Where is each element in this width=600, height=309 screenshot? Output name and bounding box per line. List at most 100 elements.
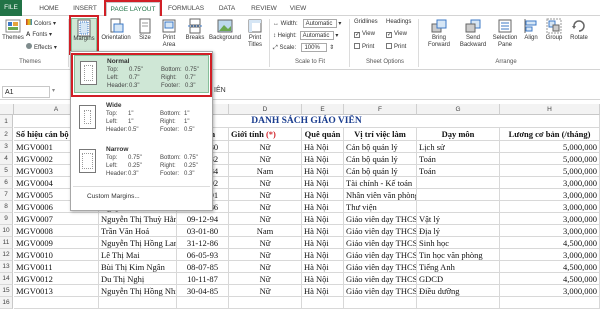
table-cell[interactable]: MGV0009	[14, 237, 99, 249]
tab-file[interactable]: FILE	[0, 0, 22, 16]
table-cell[interactable]: Hà Nội	[302, 285, 344, 297]
table-cell[interactable]: Địa lý	[417, 225, 500, 237]
tab-page-layout[interactable]: PAGE LAYOUT	[104, 0, 162, 19]
table-cell[interactable]: Nữ	[229, 237, 302, 249]
header-cell[interactable]: Lương cơ bản (/tháng)	[500, 128, 600, 141]
table-cell[interactable]: Nam	[229, 225, 302, 237]
table-cell[interactable]	[417, 189, 500, 201]
table-cell[interactable]: Lịch sử	[417, 141, 500, 153]
print-area-button[interactable]: Print Area	[157, 18, 181, 49]
row-header[interactable]: 11	[0, 237, 13, 249]
themes-button[interactable]: Themes	[2, 18, 24, 41]
table-cell[interactable]: Giáo viên dạy THCS	[344, 285, 417, 297]
table-cell[interactable]: Nữ	[229, 201, 302, 213]
table-cell[interactable]: Hà Nội	[302, 201, 344, 213]
table-cell[interactable]: Giáo viên dạy THCS	[344, 273, 417, 285]
header-cell[interactable]: Dạy môn	[417, 128, 500, 141]
table-cell[interactable]: Giáo viên dạy THCS	[344, 213, 417, 225]
table-cell[interactable]: Cán bộ quản lý	[344, 153, 417, 165]
select-all-corner[interactable]	[0, 104, 14, 115]
table-cell[interactable]: Thư viện	[344, 201, 417, 213]
table-cell[interactable]: Nữ	[229, 285, 302, 297]
table-cell[interactable]: Tiếng Anh	[417, 261, 500, 273]
table-cell[interactable]	[417, 201, 500, 213]
row-header[interactable]: 1	[0, 115, 13, 128]
tab-formulas[interactable]: FORMULAS	[166, 2, 206, 15]
custom-margins-item[interactable]: Custom Margins...	[87, 193, 140, 200]
table-cell[interactable]: 4,500,000	[500, 237, 600, 249]
size-button[interactable]: Size	[135, 18, 155, 41]
height-select[interactable]: Automatic	[299, 31, 334, 40]
group-button[interactable]: Group	[542, 18, 566, 41]
table-cell[interactable]	[14, 297, 99, 309]
table-cell[interactable]: Nữ	[229, 153, 302, 165]
table-cell[interactable]: Tin học văn phòng	[417, 249, 500, 261]
table-cell[interactable]: Nữ	[229, 273, 302, 285]
colors-button[interactable]: Colors ▾	[26, 19, 56, 27]
table-cell[interactable]: Bùi Thị Kim Ngân	[99, 261, 177, 273]
fonts-button[interactable]: A Fonts ▾	[26, 31, 52, 38]
header-cell[interactable]: Quê quán	[302, 128, 344, 141]
rotate-button[interactable]: Rotate	[566, 18, 592, 41]
table-cell[interactable]: MGV0012	[14, 273, 99, 285]
row-header[interactable]: 9	[0, 213, 13, 225]
table-cell[interactable]: Hà Nội	[302, 153, 344, 165]
table-cell[interactable]: 03-01-80	[177, 225, 229, 237]
table-cell[interactable]: Nữ	[229, 177, 302, 189]
print-titles-button[interactable]: Print Titles	[243, 18, 267, 49]
gridlines-print-check[interactable]: Print	[354, 43, 374, 50]
column-header-e[interactable]: E	[302, 104, 344, 115]
table-cell[interactable]: Hà Nội	[302, 165, 344, 177]
name-box-dropdown-icon[interactable]: ▾	[52, 87, 55, 94]
header-cell[interactable]: Giới tính (*)	[229, 128, 302, 141]
table-cell[interactable]: 5,000,000	[500, 153, 600, 165]
row-header[interactable]: 3	[0, 141, 13, 153]
name-box[interactable]: A1	[2, 86, 50, 98]
table-cell[interactable]: Sinh học	[417, 237, 500, 249]
table-cell[interactable]: 30-04-85	[177, 285, 229, 297]
align-button[interactable]: Align	[520, 18, 542, 41]
table-cell[interactable]	[417, 297, 500, 309]
table-cell[interactable]: Toán	[417, 153, 500, 165]
selection-pane-button[interactable]: Selection Pane	[490, 18, 520, 49]
table-cell[interactable]: Nữ	[229, 189, 302, 201]
table-cell[interactable]: Nữ	[229, 261, 302, 273]
row-header[interactable]: 5	[0, 165, 13, 177]
orientation-button[interactable]: Orientation	[99, 18, 133, 41]
row-header[interactable]: 6	[0, 177, 13, 189]
row-header[interactable]: 16	[0, 297, 13, 309]
column-header-h[interactable]: H	[500, 104, 600, 115]
column-header-g[interactable]: G	[417, 104, 500, 115]
table-cell[interactable]	[302, 297, 344, 309]
row-header[interactable]: 15	[0, 285, 13, 297]
table-cell[interactable]: 3,000,000	[500, 213, 600, 225]
send-backward-button[interactable]: Send Backward	[456, 18, 490, 49]
table-cell[interactable]	[99, 297, 177, 309]
table-cell[interactable]: 3,000,000	[500, 189, 600, 201]
effects-button[interactable]: Effects ▾	[26, 43, 57, 51]
table-cell[interactable]: 3,000,000	[500, 201, 600, 213]
table-cell[interactable]: Cán bộ quản lý	[344, 165, 417, 177]
bring-forward-button[interactable]: Bring Forward	[422, 18, 456, 49]
table-cell[interactable]: Điều dưỡng	[417, 285, 500, 297]
tab-home[interactable]: HOME	[36, 2, 62, 15]
row-header[interactable]: 14	[0, 273, 13, 285]
table-cell[interactable]: 3,000,000	[500, 177, 600, 189]
table-cell[interactable]	[417, 177, 500, 189]
tab-view[interactable]: VIEW	[286, 2, 310, 15]
table-cell[interactable]: 08-07-85	[177, 261, 229, 273]
table-cell[interactable]: Giáo viên dạy THCS	[344, 249, 417, 261]
table-cell[interactable]: Hà Nội	[302, 189, 344, 201]
column-header-f[interactable]: F	[344, 104, 417, 115]
table-cell[interactable]: Hà Nội	[302, 249, 344, 261]
table-cell[interactable]: Hà Nội	[302, 213, 344, 225]
table-cell[interactable]: Nguyễn Thị Hồng Lan	[99, 237, 177, 249]
row-header[interactable]: 8	[0, 201, 13, 213]
table-cell[interactable]: Giáo viên dạy THCS	[344, 261, 417, 273]
table-cell[interactable]: Vật lý	[417, 213, 500, 225]
table-cell[interactable]: 4,500,000	[500, 273, 600, 285]
table-cell[interactable]: Nữ	[229, 141, 302, 153]
row-header[interactable]: 4	[0, 153, 13, 165]
table-cell[interactable]: Giáo viên dạy THCS	[344, 225, 417, 237]
row-header[interactable]: 12	[0, 249, 13, 261]
